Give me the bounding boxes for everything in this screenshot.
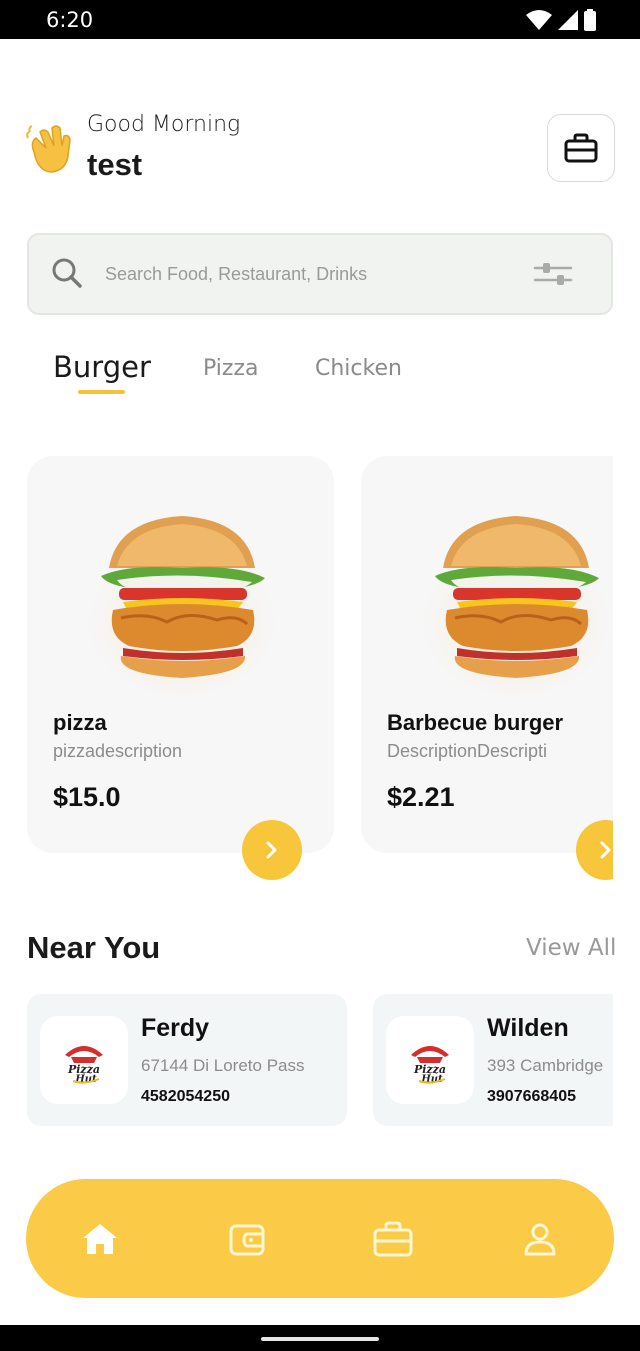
tab-burger[interactable]: Burger bbox=[53, 350, 151, 384]
pizza-hut-logo: Pizza Hut bbox=[40, 1016, 128, 1104]
bottom-nav bbox=[26, 1179, 614, 1298]
waving-hand-icon bbox=[26, 122, 74, 174]
search-icon bbox=[52, 258, 82, 288]
username: test bbox=[87, 147, 143, 182]
burger-image bbox=[421, 516, 611, 696]
briefcase-icon bbox=[373, 1221, 413, 1257]
bag-button[interactable] bbox=[547, 114, 615, 182]
nav-orders[interactable] bbox=[371, 1217, 415, 1261]
restaurant-card[interactable]: Pizza Hut Ferdy 67144 Di Loreto Pass 458… bbox=[27, 994, 347, 1126]
nav-profile[interactable] bbox=[518, 1217, 562, 1261]
product-description: pizzadescription bbox=[53, 741, 183, 761]
tab-chicken[interactable]: Chicken bbox=[315, 356, 402, 381]
chevron-right-icon bbox=[600, 841, 611, 859]
tab-active-indicator bbox=[78, 390, 125, 394]
restaurant-carousel[interactable]: Pizza Hut Ferdy 67144 Di Loreto Pass 458… bbox=[0, 993, 613, 1128]
battery-icon bbox=[584, 9, 596, 31]
product-carousel[interactable]: pizza pizzadescription $15.0 Barbecue bu… bbox=[0, 440, 613, 900]
home-gesture-pill[interactable] bbox=[261, 1337, 379, 1341]
product-price: $15.0 bbox=[53, 782, 121, 812]
status-icons bbox=[526, 9, 596, 31]
product-card[interactable]: Barbecue burger DescriptionDescripti $2.… bbox=[361, 456, 613, 853]
status-bar: 6:20 bbox=[0, 0, 640, 39]
briefcase-icon bbox=[564, 133, 598, 163]
burger-image bbox=[87, 516, 277, 696]
system-nav-bar bbox=[0, 1325, 640, 1351]
nav-home[interactable] bbox=[78, 1217, 122, 1261]
near-you-title: Near You bbox=[27, 930, 161, 965]
product-open-button[interactable] bbox=[242, 820, 302, 880]
wifi-icon bbox=[526, 10, 552, 30]
restaurant-address: 67144 Di Loreto Pass bbox=[141, 1056, 305, 1075]
greeting-text: Good Morning bbox=[87, 112, 241, 137]
view-all-link[interactable]: View All bbox=[526, 935, 616, 961]
restaurant-card[interactable]: Pizza Hut Wilden 393 Cambridge 390766840… bbox=[373, 994, 613, 1126]
search-box bbox=[27, 233, 613, 315]
wallet-icon bbox=[229, 1224, 265, 1256]
product-name: Barbecue burger bbox=[387, 710, 564, 735]
product-name: pizza bbox=[53, 710, 107, 735]
product-description: DescriptionDescripti bbox=[387, 741, 548, 761]
chevron-right-icon bbox=[266, 841, 277, 859]
nav-wallet[interactable] bbox=[225, 1217, 269, 1261]
pizza-hut-logo: Pizza Hut bbox=[386, 1016, 474, 1104]
search-input[interactable] bbox=[105, 257, 505, 291]
product-price: $2.21 bbox=[387, 782, 455, 812]
product-card[interactable]: pizza pizzadescription $15.0 bbox=[27, 456, 334, 853]
tab-pizza[interactable]: Pizza bbox=[203, 356, 258, 381]
profile-icon bbox=[524, 1223, 556, 1256]
restaurant-phone: 3907668405 bbox=[487, 1088, 576, 1105]
status-time: 6:20 bbox=[46, 8, 94, 32]
restaurant-name: Ferdy bbox=[141, 1014, 210, 1042]
home-icon bbox=[83, 1224, 117, 1254]
restaurant-phone: 4582054250 bbox=[141, 1088, 230, 1105]
restaurant-address: 393 Cambridge bbox=[487, 1056, 604, 1075]
filter-icon[interactable] bbox=[533, 261, 573, 287]
signal-icon bbox=[558, 10, 578, 30]
restaurant-name: Wilden bbox=[487, 1014, 569, 1042]
